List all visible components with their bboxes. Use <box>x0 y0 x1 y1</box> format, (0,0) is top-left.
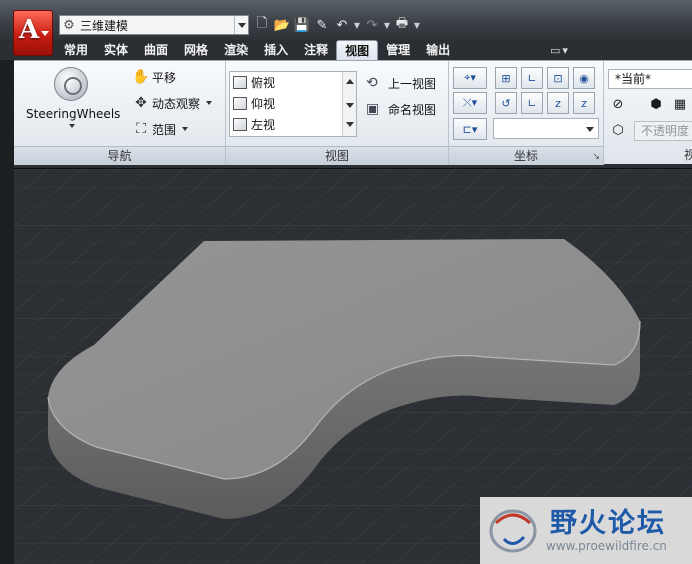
workspace-label: 三维建模 <box>80 18 129 33</box>
visual-styles-panel: *当前* ⊘ ⬢ ▦ ⬡ 不透明度 视 <box>604 61 692 165</box>
tab-mesh[interactable]: 网格 <box>176 40 216 60</box>
hand-icon: ✋ <box>132 69 150 85</box>
named-views-icon: ▣ <box>366 101 380 117</box>
orbit-label: 动态观察 <box>152 96 201 111</box>
watermark-title: 野火论坛 <box>550 508 666 539</box>
save-icon[interactable]: 💾 <box>292 15 312 35</box>
chevron-down-icon: ▾ <box>562 43 568 57</box>
view-gallery-scrollbar[interactable] <box>342 72 356 136</box>
tab-annotate[interactable]: 注释 <box>296 40 336 60</box>
view-bottom-label: 仰视 <box>251 97 276 111</box>
tab-manage[interactable]: 管理 <box>378 40 418 60</box>
cube-icon <box>233 76 247 89</box>
left-frame <box>0 60 14 564</box>
watermark: 野火论坛 www.proewildfire.cn <box>480 497 692 564</box>
previous-view-label: 上一视图 <box>388 76 437 91</box>
ribbon-minimize-button[interactable]: ▭ ▾ <box>550 42 580 58</box>
ucs-x-icon[interactable]: ⤬▾ <box>453 92 487 114</box>
view-bottom[interactable]: 仰视 <box>230 93 356 114</box>
shaded-cube-icon[interactable]: ⬢ <box>644 93 668 115</box>
print-icon[interactable]: 🖶 <box>392 15 412 35</box>
workspace-selector[interactable]: ⚙ 三维建模 <box>59 15 249 35</box>
ucs-world-icon[interactable]: ⊞ <box>495 67 517 89</box>
quick-access-toolbar: 🗋 📂 💾 ✎ ↶ ▼ ↷ ▼ 🖶 ▼ <box>252 15 422 35</box>
cube-icon <box>233 97 247 110</box>
named-views-button[interactable]: ▣ 命名视图 <box>366 98 436 120</box>
no-render-icon[interactable]: ⊘ <box>606 93 630 115</box>
ucs-named-dropdown[interactable] <box>493 118 599 139</box>
ribbon-tabs: 常用 实体 曲面 网格 渲染 插入 注释 视图 管理 输出 <box>56 40 458 60</box>
ucs-z-vector-icon[interactable]: z <box>573 92 595 114</box>
ucs-3point-icon[interactable]: ∟ <box>521 92 543 114</box>
tab-home[interactable]: 常用 <box>56 40 96 60</box>
view-left-label: 左视 <box>251 118 276 132</box>
application-menu-button[interactable]: A <box>13 10 53 56</box>
view-left[interactable]: 左视 <box>230 114 356 135</box>
panel-launcher-icon[interactable]: ↘ <box>592 152 600 162</box>
workspace-dropdown-arrow[interactable] <box>234 16 248 34</box>
open-folder-icon[interactable]: 📂 <box>272 15 292 35</box>
tab-render[interactable]: 渲染 <box>216 40 256 60</box>
chevron-down-icon[interactable] <box>346 103 354 108</box>
previous-view-button[interactable]: ⟲ 上一视图 <box>366 72 436 94</box>
tab-surface[interactable]: 曲面 <box>136 40 176 60</box>
visual-style-dropdown[interactable]: *当前* <box>608 69 692 89</box>
pan-button[interactable]: ✋ 平移 <box>130 67 176 87</box>
view-gallery: 俯视 仰视 左视 <box>229 71 357 137</box>
chevron-down-icon <box>41 31 49 36</box>
zoom-extents-icon: ⛶ <box>136 121 146 137</box>
chevron-up-icon[interactable] <box>346 79 354 84</box>
steering-wheel-icon[interactable] <box>54 67 88 101</box>
save-as-icon[interactable]: ✎ <box>312 15 332 35</box>
chevron-down-icon[interactable] <box>206 101 213 105</box>
orbit-icon: ✥ <box>135 95 147 111</box>
tab-view[interactable]: 视图 <box>336 40 379 60</box>
coordinates-panel-title: 坐标 <box>449 146 603 165</box>
pan-label: 平移 <box>152 70 177 85</box>
xray-cube-icon[interactable]: ⬡ <box>606 119 630 141</box>
chevron-down-icon[interactable] <box>69 124 75 128</box>
color-cube-icon[interactable]: ▦ <box>668 93 692 115</box>
watermark-url: www.proewildfire.cn <box>546 539 667 553</box>
extents-button[interactable]: ⛶ 范围 <box>130 119 189 139</box>
expand-gallery-icon[interactable] <box>346 122 354 127</box>
navigation-panel: SteeringWheels ✋ 平移 ✥ 动态观察 ⛶ 范围 导航 <box>14 61 226 165</box>
previous-view-icon: ⟲ <box>366 75 378 91</box>
new-file-icon[interactable]: 🗋 <box>252 15 272 35</box>
ucs-named-icon[interactable]: ◉ <box>573 67 595 89</box>
ucs-previous-icon[interactable]: ↺ <box>495 92 517 114</box>
ucs-icon[interactable]: ⌖▾ <box>453 67 487 89</box>
undo-icon[interactable]: ↶ <box>332 15 352 35</box>
tab-output[interactable]: 输出 <box>418 40 458 60</box>
ucs-view-icon[interactable]: ⊡ <box>547 67 569 89</box>
watermark-logo-icon <box>489 509 537 553</box>
view-panel-title: 视图 <box>226 146 448 165</box>
customize-toolbar-icon[interactable]: ▼ <box>412 15 422 35</box>
named-views-label: 命名视图 <box>388 102 437 117</box>
ribbon-state-icon: ▭ <box>550 43 561 57</box>
orbit-button[interactable]: ✥ 动态观察 <box>130 93 213 113</box>
cube-icon <box>233 118 247 131</box>
view-panel: 俯视 仰视 左视 ⟲ 上一视图 ▣ 命名视图 视图 <box>226 61 449 165</box>
chevron-down-icon[interactable] <box>182 127 189 131</box>
tab-solid[interactable]: 实体 <box>96 40 136 60</box>
ucs-z-axis-icon[interactable]: z <box>547 92 569 114</box>
ucs-face-icon[interactable]: ⊏▾ <box>453 118 487 140</box>
ribbon: SteeringWheels ✋ 平移 ✥ 动态观察 ⛶ 范围 导航 俯视 仰视 <box>14 60 692 165</box>
tab-insert[interactable]: 插入 <box>256 40 296 60</box>
extents-label: 范围 <box>152 122 177 137</box>
gear-icon: ⚙ <box>63 17 75 33</box>
coordinates-panel: ⌖▾ ⊞ ∟ ⊡ ◉ ⤬▾ ↺ ∟ z z ⊏▾ 坐标 ↘ <box>449 61 604 165</box>
ucs-origin-icon[interactable]: ∟ <box>521 67 543 89</box>
navigation-panel-title: 导航 <box>14 146 225 165</box>
steering-wheels-label[interactable]: SteeringWheels <box>26 107 120 121</box>
view-top-label: 俯视 <box>251 76 276 90</box>
redo-icon[interactable]: ↷ <box>362 15 382 35</box>
undo-dropdown-icon[interactable]: ▼ <box>352 15 362 35</box>
redo-dropdown-icon[interactable]: ▼ <box>382 15 392 35</box>
visual-panel-title: 视 <box>684 148 692 162</box>
autocad-logo-icon: A <box>19 15 40 45</box>
opacity-field[interactable]: 不透明度 <box>634 121 692 141</box>
view-top[interactable]: 俯视 <box>230 72 356 93</box>
